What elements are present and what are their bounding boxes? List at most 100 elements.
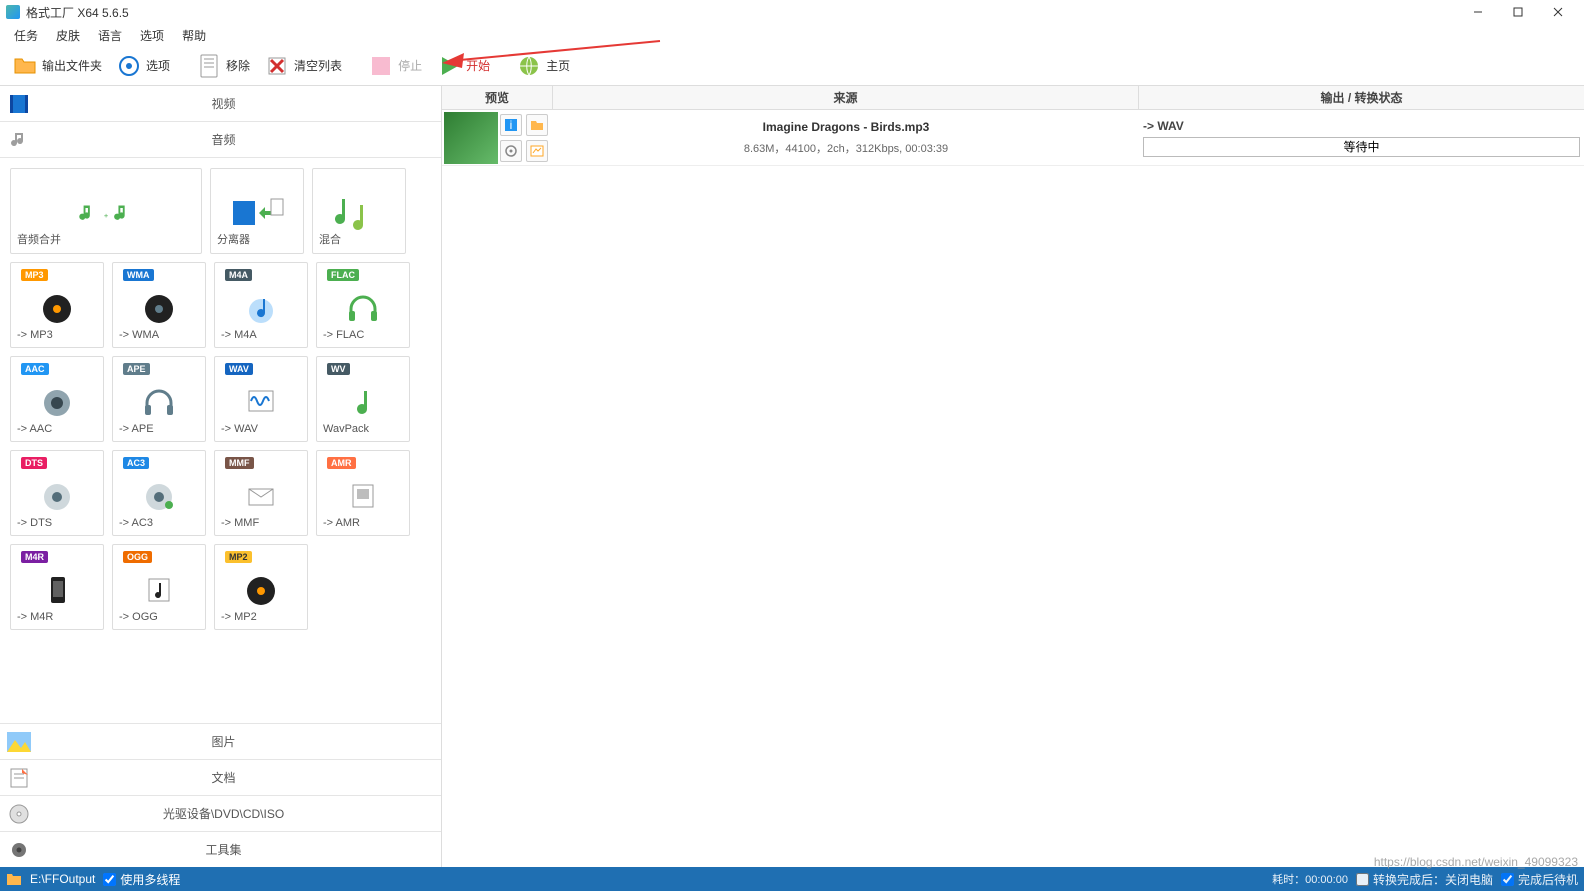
film-icon: [6, 91, 32, 117]
image-icon: [6, 729, 32, 755]
tile-mp3[interactable]: MP3-> MP3: [10, 262, 104, 348]
tile-mp2[interactable]: MP2-> MP2: [214, 544, 308, 630]
output-path[interactable]: E:\FFOutput: [30, 872, 95, 886]
wave-icon: [233, 379, 289, 423]
tile-amr-label: -> AMR: [323, 517, 403, 529]
settings-button[interactable]: [500, 140, 522, 162]
audio-tiles-grid: + 音频合并 分离器 混合 MP3-> MP3 WMA-> WMA M4A-> …: [0, 158, 441, 634]
tile-wma[interactable]: WMA-> WMA: [112, 262, 206, 348]
badge-ape: APE: [123, 363, 150, 375]
tile-wavpack[interactable]: WVWavPack: [316, 356, 410, 442]
tile-flac[interactable]: FLAC-> FLAC: [316, 262, 410, 348]
clear-list-button[interactable]: 清空列表: [258, 49, 348, 83]
tile-mp3-label: -> MP3: [17, 329, 97, 341]
stop-button[interactable]: 停止: [362, 49, 428, 83]
category-picture[interactable]: 图片: [0, 723, 441, 759]
speaker2-icon: [29, 473, 85, 517]
after-convert-input[interactable]: [1356, 873, 1369, 886]
close-button[interactable]: [1538, 0, 1578, 24]
category-picture-label: 图片: [38, 733, 441, 750]
col-status[interactable]: 输出 / 转换状态: [1139, 86, 1584, 109]
tile-dts[interactable]: DTS -> DTS: [10, 450, 104, 536]
menu-tasks[interactable]: 任务: [6, 25, 46, 46]
left-panel: 视频 音频 + 音频合并 分离器 混合 MP3-> MP3 WMA-> WMA …: [0, 86, 442, 867]
tile-ac3-label: -> AC3: [119, 517, 199, 529]
task-thumbnail: [444, 112, 498, 164]
menu-help[interactable]: 帮助: [174, 25, 214, 46]
range-button[interactable]: [526, 140, 548, 162]
category-video[interactable]: 视频: [0, 86, 441, 122]
remove-button[interactable]: 移除: [190, 49, 256, 83]
tile-m4r-label: -> M4R: [17, 611, 97, 623]
note-icon: [6, 127, 32, 153]
tile-mp2-label: -> MP2: [221, 611, 301, 623]
phone-icon: [29, 567, 85, 611]
tile-merge-label: 音频合并: [17, 231, 195, 247]
tile-audio-merge[interactable]: + 音频合并: [10, 168, 202, 254]
info-button[interactable]: i: [500, 114, 522, 136]
category-disc[interactable]: 光驱设备\DVD\CD\ISO: [0, 795, 441, 831]
after-complete-input[interactable]: [1501, 873, 1514, 886]
start-label: 开始: [466, 57, 490, 74]
task-filename: Imagine Dragons - Birds.mp3: [763, 120, 930, 134]
tile-m4a[interactable]: M4A-> M4A: [214, 262, 308, 348]
phone-file-icon: [335, 473, 391, 517]
multithread-input[interactable]: [103, 873, 116, 886]
note-green-icon: [335, 379, 391, 423]
app-icon: [6, 5, 20, 19]
note-black-icon: [131, 567, 187, 611]
tile-ac3[interactable]: AC3 -> AC3: [112, 450, 206, 536]
tile-mmf[interactable]: MMF-> MMF: [214, 450, 308, 536]
minimize-button[interactable]: [1458, 0, 1498, 24]
task-status-cell: -> WAV 等待中: [1139, 110, 1584, 165]
badge-dts: DTS: [21, 457, 47, 469]
disc-icon: [29, 285, 85, 329]
start-button[interactable]: 开始: [430, 49, 496, 83]
document-icon: [6, 765, 32, 791]
tile-ape[interactable]: APE-> APE: [112, 356, 206, 442]
badge-m4a: M4A: [225, 269, 252, 281]
menu-options[interactable]: 选项: [132, 25, 172, 46]
menu-language[interactable]: 语言: [90, 25, 130, 46]
output-folder-button[interactable]: 输出文件夹: [6, 49, 108, 83]
badge-flac: FLAC: [327, 269, 359, 281]
category-disc-label: 光驱设备\DVD\CD\ISO: [38, 805, 441, 822]
col-preview[interactable]: 预览: [442, 86, 553, 109]
maximize-button[interactable]: [1498, 0, 1538, 24]
category-audio-label: 音频: [38, 131, 441, 148]
badge-ac3: AC3: [123, 457, 149, 469]
category-audio[interactable]: 音频: [0, 122, 441, 158]
stop-label: 停止: [398, 57, 422, 74]
tile-m4r[interactable]: M4R -> M4R: [10, 544, 104, 630]
output-folder-label: 输出文件夹: [42, 57, 102, 74]
globe-icon: [516, 53, 542, 79]
after-convert-checkbox[interactable]: 转换完成后：关闭电脑: [1356, 871, 1493, 888]
task-progress: 等待中: [1143, 137, 1580, 157]
tile-splitter[interactable]: 分离器: [210, 168, 304, 254]
tile-aac[interactable]: AAC-> AAC: [10, 356, 104, 442]
category-tools[interactable]: 工具集: [0, 831, 441, 867]
after-complete-checkbox[interactable]: 完成后待机: [1501, 871, 1578, 888]
open-folder-button[interactable]: [526, 114, 548, 136]
options-button[interactable]: 选项: [110, 49, 176, 83]
menu-skin[interactable]: 皮肤: [48, 25, 88, 46]
tile-amr[interactable]: AMR-> AMR: [316, 450, 410, 536]
remove-label: 移除: [226, 57, 250, 74]
tile-mix[interactable]: 混合: [312, 168, 406, 254]
elapsed-time: 耗时：00:00:00: [1272, 871, 1348, 887]
badge-wma: WMA: [123, 269, 154, 281]
multithread-checkbox[interactable]: 使用多线程: [103, 871, 180, 888]
cd-icon: [6, 801, 32, 827]
headphones-grey-icon: [131, 379, 187, 423]
tile-dts-label: -> DTS: [17, 517, 97, 529]
badge-wav: WAV: [225, 363, 253, 375]
col-source[interactable]: 来源: [553, 86, 1139, 109]
badge-m4r: M4R: [21, 551, 48, 563]
category-document[interactable]: 文档: [0, 759, 441, 795]
badge-ogg: OGG: [123, 551, 152, 563]
tile-ogg[interactable]: OGG-> OGG: [112, 544, 206, 630]
homepage-button[interactable]: 主页: [510, 49, 576, 83]
tile-wav[interactable]: WAV-> WAV: [214, 356, 308, 442]
category-video-label: 视频: [38, 95, 441, 112]
task-row[interactable]: i Imagine Dragons - Birds.mp3 8.63M，4410…: [442, 110, 1584, 166]
